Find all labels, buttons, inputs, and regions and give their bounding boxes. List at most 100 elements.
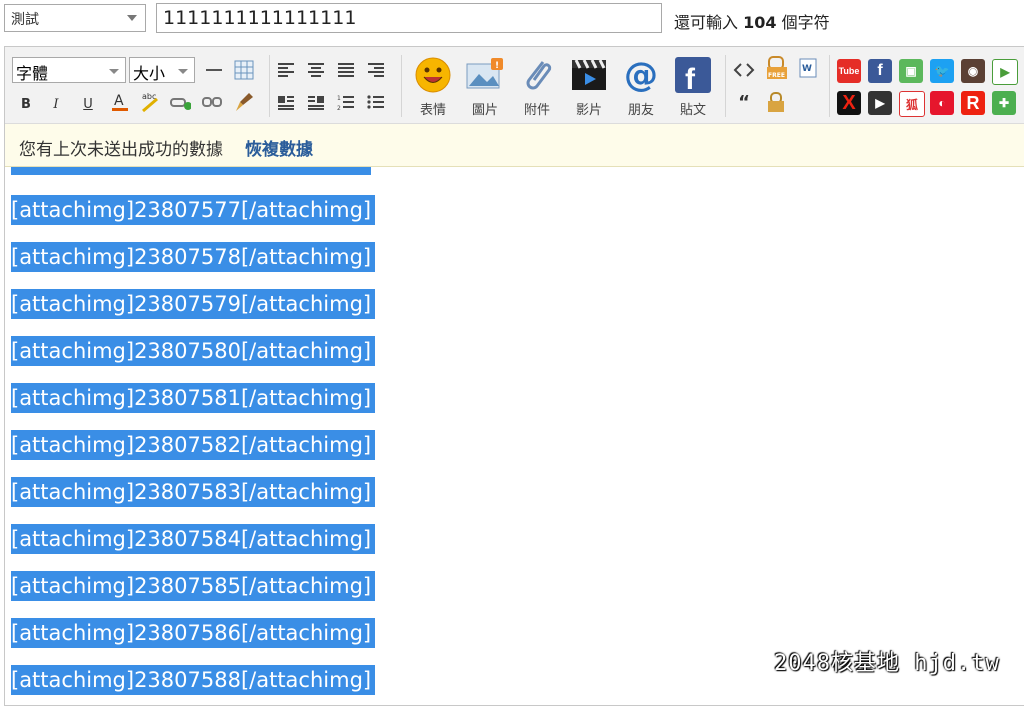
ordered-list-button[interactable]: 12 <box>335 91 357 113</box>
fox-icon[interactable]: 狐 <box>899 91 925 117</box>
toolbar-separator <box>725 55 726 117</box>
table-icon <box>234 60 254 80</box>
svg-text:A: A <box>114 93 124 109</box>
editor-content[interactable]: [attachimg]23807577[/attachimg] [attachi… <box>5 167 1024 707</box>
editor-toolbar: 字體 大小 B I U A abc 1 2 表情 ! 圖片 附件 影片 @ 朋友… <box>5 47 1024 124</box>
content-line: [attachimg]23807582[/attachimg] <box>11 430 376 460</box>
clear-format-button[interactable] <box>233 91 255 113</box>
bold-button[interactable]: B <box>15 93 37 115</box>
align-justify-icon <box>338 63 354 77</box>
content-line: [attachimg]23807584[/attachimg] <box>11 524 376 554</box>
watermark: 2048核基地 hjd.tw <box>774 651 1000 676</box>
youtube-icon[interactable]: Tube <box>837 59 861 83</box>
clapperboard-icon <box>572 59 606 90</box>
horizontal-rule-button[interactable] <box>203 59 225 81</box>
brush-icon <box>236 93 253 111</box>
underline-button[interactable]: U <box>77 93 99 115</box>
code-icon <box>733 63 755 77</box>
toolbar-separator <box>401 55 402 117</box>
font-color-icon: A <box>112 93 128 111</box>
at-sign-icon: @ <box>624 56 658 94</box>
font-color-button[interactable]: A <box>109 91 131 113</box>
restore-notice: 您有上次未送出成功的數據 恢複數據 <box>5 124 1024 167</box>
attachment-button[interactable]: 附件 <box>513 55 561 119</box>
svg-text:2: 2 <box>337 105 341 111</box>
subject-input[interactable] <box>156 3 662 33</box>
video-play-icon[interactable]: ▶ <box>868 91 892 115</box>
float-left-icon <box>278 96 294 110</box>
align-center-icon <box>308 63 324 77</box>
quote-button[interactable]: “ <box>733 91 755 113</box>
category-select[interactable]: 測試 <box>4 4 146 32</box>
link-icon <box>170 98 191 110</box>
puzzle-icon[interactable]: ✚ <box>992 91 1016 115</box>
spellcheck-button[interactable]: abc <box>139 91 161 113</box>
emoji-button[interactable]: 表情 <box>409 55 457 119</box>
chevron-down-icon <box>127 15 137 21</box>
weibo-icon[interactable]: ◐ <box>930 91 954 115</box>
content-line: [attachimg]23807579[/attachimg] <box>11 289 376 319</box>
ordered-list-icon: 12 <box>337 95 354 111</box>
remaining-chars: 還可輸入 104 個字符 <box>674 13 830 32</box>
float-left-button[interactable] <box>275 91 297 113</box>
svg-text:@: @ <box>624 56 658 94</box>
category-value: 測試 <box>11 12 39 28</box>
toolbar-separator <box>829 55 830 117</box>
post-header: 測試 還可輸入 104 個字符 <box>0 0 1024 40</box>
lock-icon <box>768 92 784 112</box>
content-line: [attachimg]23807577[/attachimg] <box>11 195 376 225</box>
free-button[interactable]: FREE <box>765 56 787 79</box>
hide-button[interactable] <box>765 91 787 113</box>
link-add-button[interactable] <box>169 91 191 113</box>
r-icon[interactable]: R <box>961 91 985 115</box>
tv-icon[interactable]: ▣ <box>899 59 923 83</box>
remaining-count: 104 <box>743 13 777 32</box>
font-select[interactable]: 字體 <box>12 57 126 83</box>
content-line: [attachimg]23807583[/attachimg] <box>11 477 376 507</box>
word-paste-button[interactable]: W <box>797 57 819 79</box>
svg-text:W: W <box>802 64 812 74</box>
play-icon[interactable]: ▶ <box>992 59 1018 85</box>
facebook-icon[interactable]: f <box>868 59 892 83</box>
svg-text:1: 1 <box>337 95 341 102</box>
align-right-button[interactable] <box>365 59 387 81</box>
toolbar-separator <box>269 55 270 117</box>
restore-data-link[interactable]: 恢複數據 <box>245 135 313 160</box>
image-button[interactable]: ! 圖片 <box>461 55 509 119</box>
content-line: [attachimg]23807585[/attachimg] <box>11 571 376 601</box>
paperclip-icon <box>526 61 552 90</box>
friends-button[interactable]: @ 朋友 <box>617 55 665 119</box>
align-left-icon <box>278 63 294 77</box>
align-justify-button[interactable] <box>335 59 357 81</box>
size-select[interactable]: 大小 <box>129 57 195 83</box>
unlink-icon <box>202 97 222 107</box>
content-line: [attachimg]23807578[/attachimg] <box>11 242 376 272</box>
spellcheck-icon: abc <box>142 92 158 113</box>
table-button[interactable] <box>233 59 255 81</box>
x-icon[interactable]: X <box>837 91 861 115</box>
selection-partial-line <box>11 167 371 175</box>
unordered-list-button[interactable] <box>365 91 387 113</box>
unlink-button[interactable] <box>201 91 223 113</box>
italic-button[interactable]: I <box>45 93 67 115</box>
content-line: [attachimg]23807581[/attachimg] <box>11 383 376 413</box>
svg-text:!: ! <box>495 61 499 71</box>
unordered-list-icon <box>367 95 384 109</box>
facebook-icon: f <box>675 57 711 94</box>
content-line: [attachimg]23807586[/attachimg] <box>11 618 376 648</box>
word-icon: W <box>799 58 817 78</box>
chevron-down-icon <box>109 69 119 74</box>
float-right-button[interactable] <box>305 91 327 113</box>
post-button[interactable]: f 貼文 <box>669 55 717 119</box>
code-button[interactable] <box>733 59 755 81</box>
align-left-button[interactable] <box>275 59 297 81</box>
image-icon: ! <box>466 58 503 89</box>
video-button[interactable]: 影片 <box>565 55 613 119</box>
horizontal-rule-icon <box>206 69 222 71</box>
align-right-icon <box>368 63 384 77</box>
svg-text:FREE: FREE <box>768 72 785 79</box>
twitter-icon[interactable]: 🐦 <box>930 59 954 83</box>
instagram-icon[interactable]: ◉ <box>961 59 985 83</box>
free-lock-icon: FREE <box>767 56 787 79</box>
align-center-button[interactable] <box>305 59 327 81</box>
